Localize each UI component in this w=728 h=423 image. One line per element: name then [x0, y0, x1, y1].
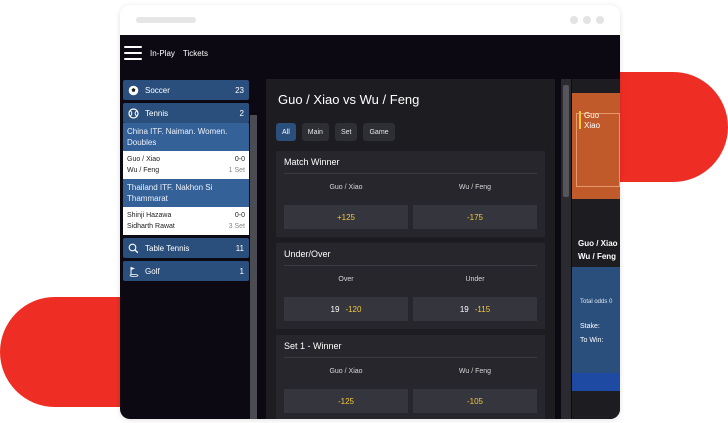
odds-price: +125: [336, 212, 356, 222]
market-title: Under/Over: [284, 249, 537, 266]
tennis-court-visual: Guo Xiao: [572, 93, 620, 199]
sport-count: 11: [235, 243, 244, 253]
to-win-label: To Win:: [580, 337, 604, 344]
sidebar-item-golf[interactable]: Golf 1: [123, 261, 249, 281]
selection-label: Under: [465, 276, 485, 283]
bet-slip: Total odds 0 Stake: To Win:: [572, 267, 620, 391]
sidebar-item-tennis[interactable]: Tennis 2: [123, 103, 249, 123]
promo-stage: In-Play Tickets Soccer 23 Tennis 2 China…: [0, 0, 728, 423]
sport-name: Soccer: [145, 85, 170, 95]
odds-price: -105: [466, 396, 483, 406]
sport-count: 1: [239, 266, 244, 276]
scrollbar-thumb[interactable]: [563, 85, 569, 197]
odds-button[interactable]: 19 -120: [284, 297, 408, 321]
match-item[interactable]: Shinji Hazawa 0-0 Sidharth Rawat 3 Set: [123, 207, 249, 235]
selection-label: Wu / Feng: [458, 368, 492, 375]
odds-price: -125: [337, 396, 354, 406]
window-dot: [570, 16, 578, 24]
serve-indicator: [579, 111, 581, 129]
window-dot: [596, 16, 604, 24]
scoreboard-team-two: Wu / Feng: [578, 252, 617, 261]
event-panel: Guo / Xiao vs Wu / Feng All Main Set Gam…: [266, 79, 555, 419]
top-nav: In-Play Tickets: [120, 35, 620, 71]
match-score: 0-0: [234, 212, 245, 219]
league-header[interactable]: China ITF. Naiman. Women. Doubles: [123, 123, 249, 151]
page-title: Guo / Xiao vs Wu / Feng: [278, 92, 420, 107]
sidebar-scrollbar[interactable]: [250, 115, 257, 419]
market-tabs: All Main Set Game: [266, 123, 555, 141]
player-one: Shinji Hazawa: [127, 212, 172, 219]
stake-label: Stake:: [580, 323, 600, 330]
tab-set[interactable]: Set: [334, 123, 358, 141]
sidebar-item-soccer[interactable]: Soccer 23: [123, 80, 249, 100]
window-titlebar: [120, 5, 620, 35]
sport-name: Golf: [145, 266, 160, 276]
odds-button[interactable]: 19 -115: [413, 297, 537, 321]
odds-button[interactable]: -105: [413, 389, 537, 413]
browser-window: In-Play Tickets Soccer 23 Tennis 2 China…: [120, 5, 620, 419]
sport-count: 2: [239, 108, 244, 118]
sport-count: 23: [235, 85, 244, 95]
odds-button[interactable]: -175: [413, 205, 537, 229]
scoreboard: Guo / Xiao Wu / Feng: [578, 237, 618, 263]
tab-all[interactable]: All: [276, 123, 296, 141]
soccer-ball-icon: [128, 85, 139, 96]
player-two: Sidharth Rawat: [127, 223, 175, 230]
sport-name: Table Tennis: [145, 243, 190, 253]
selection-label: Guo / Xiao: [329, 184, 363, 191]
court-team-names: Guo Xiao: [584, 111, 601, 130]
place-bet-bar[interactable]: [572, 373, 620, 391]
odds-price: -120: [345, 304, 362, 314]
scoreboard-team-one: Guo / Xiao: [578, 239, 618, 248]
event-scrollbar[interactable]: [561, 79, 571, 419]
table-tennis-icon: [128, 243, 139, 254]
market-title: Match Winner: [284, 157, 537, 174]
tennis-group: Tennis 2 China ITF. Naiman. Women. Doubl…: [123, 103, 249, 235]
sport-name: Tennis: [145, 108, 169, 118]
menu-icon[interactable]: [124, 46, 142, 60]
selection-label: Over: [338, 276, 354, 283]
market-match-winner: Match Winner Guo / Xiao +125 Wu / Feng -…: [276, 151, 545, 237]
decorative-red-shape-left: [0, 297, 140, 407]
selection-label: Wu / Feng: [458, 184, 492, 191]
match-item[interactable]: Guo / Xiao 0-0 Wu / Feng 1 Set: [123, 151, 249, 179]
league-header[interactable]: Thailand ITF. Nakhon Si Thammarat: [123, 179, 249, 207]
player-two: Wu / Feng: [127, 167, 160, 174]
total-odds-label: Total odds 0: [580, 299, 613, 305]
odds-button[interactable]: -125: [284, 389, 408, 413]
tab-main[interactable]: Main: [301, 123, 329, 141]
odds-price: -175: [466, 212, 483, 222]
odds-line: 19: [330, 304, 340, 314]
selection-label: Guo / Xiao: [329, 368, 363, 375]
sports-sidebar: Soccer 23 Tennis 2 China ITF. Naiman. Wo…: [123, 80, 249, 284]
odds-price: -115: [474, 304, 491, 314]
window-dot: [583, 16, 591, 24]
player-one: Guo / Xiao: [127, 156, 161, 163]
match-period: 1 Set: [228, 167, 245, 174]
tab-game[interactable]: Game: [363, 123, 395, 141]
nav-tickets[interactable]: Tickets: [183, 49, 208, 58]
market-title: Set 1 - Winner: [284, 341, 537, 358]
odds-line: 19: [459, 304, 469, 314]
match-score: 0-0: [234, 156, 245, 163]
nav-in-play[interactable]: In-Play: [150, 49, 175, 58]
market-set-1-winner: Set 1 - Winner Guo / Xiao -125 Wu / Feng…: [276, 335, 545, 419]
golf-icon: [128, 266, 139, 277]
market-under-over: Under/Over Over 19 -120 Under 19 -115: [276, 243, 545, 329]
betting-app: In-Play Tickets Soccer 23 Tennis 2 China…: [120, 35, 620, 419]
window-controls: [570, 16, 604, 24]
right-panel: Guo Xiao Guo / Xiao Wu / Feng Total odds…: [572, 79, 620, 419]
address-bar-placeholder: [136, 17, 196, 23]
match-period: 3 Set: [228, 223, 245, 230]
sidebar-item-table-tennis[interactable]: Table Tennis 11: [123, 238, 249, 258]
odds-button[interactable]: +125: [284, 205, 408, 229]
tennis-ball-icon: [128, 107, 139, 119]
